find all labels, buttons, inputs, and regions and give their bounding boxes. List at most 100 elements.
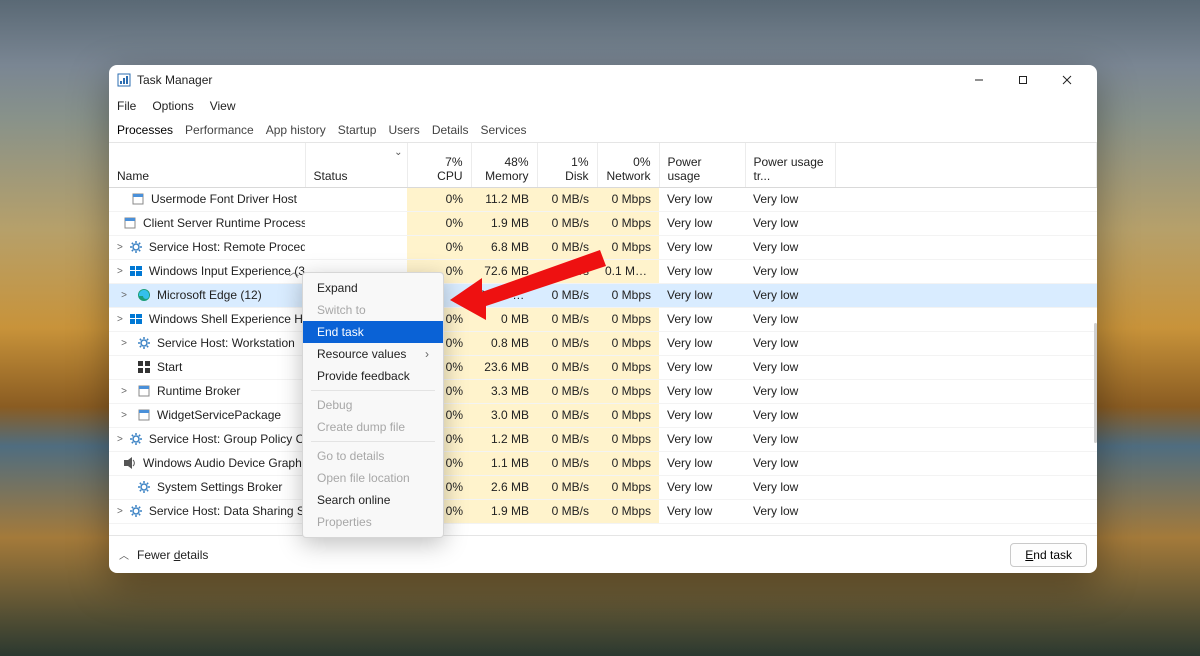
menu-view[interactable]: View <box>210 99 236 113</box>
cell-power-usage-trend: Very low <box>745 187 835 211</box>
process-row[interactable]: > Service Host: Data Sharing Service 0%1… <box>109 499 1097 523</box>
expand-toggle-icon[interactable]: > <box>117 338 131 349</box>
expand-toggle-icon[interactable]: > <box>117 386 131 397</box>
col-cpu[interactable]: 7%CPU <box>407 143 471 187</box>
cell-disk: 0 MB/s <box>537 283 597 307</box>
tabbar: Processes Performance App history Startu… <box>109 117 1097 143</box>
maximize-button[interactable] <box>1001 65 1045 95</box>
cell-memory: 1.9 MB <box>471 211 537 235</box>
cell-network: 0 Mbps <box>597 307 659 331</box>
cell-disk: 0 MB/s <box>537 235 597 259</box>
expand-toggle-icon[interactable]: > <box>117 506 123 517</box>
context-menu-item[interactable]: Expand <box>303 277 443 299</box>
footer: ︿ Fewer details End task <box>109 535 1097 573</box>
tab-app-history[interactable]: App history <box>266 123 326 137</box>
menu-options[interactable]: Options <box>152 99 193 113</box>
context-menu-label: Properties <box>317 515 372 529</box>
context-menu-label: Expand <box>317 281 358 295</box>
col-network[interactable]: 0%Network <box>597 143 659 187</box>
expand-toggle-icon[interactable]: > <box>117 290 131 301</box>
process-row[interactable]: > Runtime Broker 0%3.3 MB0 MB/s0 MbpsVer… <box>109 379 1097 403</box>
context-menu-item[interactable]: Resource values <box>303 343 443 365</box>
col-memory[interactable]: 48%Memory <box>471 143 537 187</box>
process-icon <box>131 192 145 206</box>
cell-power-usage-trend: Very low <box>745 235 835 259</box>
fewer-details-link[interactable]: Fewer details <box>137 548 208 562</box>
process-row[interactable]: > Service Host: Remote Procedure... 0%6.… <box>109 235 1097 259</box>
cell-status <box>305 211 407 235</box>
context-menu-item[interactable]: End task <box>303 321 443 343</box>
cell-memory: 1.2 MB <box>471 427 537 451</box>
cell-disk: 0 MB/s <box>537 211 597 235</box>
tab-processes[interactable]: Processes <box>117 123 173 137</box>
col-status[interactable]: ⌄Status <box>305 143 407 187</box>
process-row[interactable]: Start 0%23.6 MB0 MB/s0 MbpsVery lowVery … <box>109 355 1097 379</box>
expand-toggle-icon[interactable]: > <box>117 410 131 421</box>
cell-disk: 0 MB/s <box>537 499 597 523</box>
process-name: Service Host: Group Policy Client <box>149 432 305 446</box>
process-icon <box>137 288 151 302</box>
cell-memory: 1.1 MB <box>471 451 537 475</box>
chevron-down-icon[interactable]: ⌄ <box>394 147 402 158</box>
cell-memory: 3.0 MB <box>471 403 537 427</box>
process-row[interactable]: > WidgetServicePackage 0%3.0 MB0 MB/s0 M… <box>109 403 1097 427</box>
tab-services[interactable]: Services <box>481 123 527 137</box>
cell-power-usage-trend: Very low <box>745 427 835 451</box>
col-name[interactable]: Name <box>109 143 305 187</box>
end-task-button[interactable]: End task <box>1010 543 1087 567</box>
expand-toggle-icon[interactable]: > <box>117 434 123 445</box>
minimize-button[interactable] <box>957 65 1001 95</box>
tab-performance[interactable]: Performance <box>185 123 254 137</box>
process-row[interactable]: Client Server Runtime Process 0%1.9 MB0 … <box>109 211 1097 235</box>
col-power-usage-trend[interactable]: Power usage tr... <box>745 143 835 187</box>
col-power-usage[interactable]: Power usage <box>659 143 745 187</box>
process-icon <box>129 312 143 326</box>
chevron-up-icon[interactable]: ︿ <box>119 547 129 562</box>
cell-network: 0 Mbps <box>597 451 659 475</box>
process-row[interactable]: > Service Host: Workstation 0%0.8 MB0 MB… <box>109 331 1097 355</box>
process-row[interactable]: > Microsoft Edge (12) 324.9 MB0 MB/s0 Mb… <box>109 283 1097 307</box>
process-row[interactable]: Windows Audio Device Graph 0%1.1 MB0 MB/… <box>109 451 1097 475</box>
process-icon <box>137 384 151 398</box>
context-menu-label: Debug <box>317 398 352 412</box>
process-row[interactable]: > Windows Shell Experience Host 0%0 MB0 … <box>109 307 1097 331</box>
col-blank <box>835 143 1097 187</box>
process-name: Usermode Font Driver Host <box>151 192 297 206</box>
process-row[interactable]: Usermode Font Driver Host 0%11.2 MB0 MB/… <box>109 187 1097 211</box>
cell-power-usage: Very low <box>659 331 745 355</box>
cell-cpu: 0% <box>407 187 471 211</box>
scrollbar[interactable] <box>1094 323 1097 443</box>
process-row[interactable]: > Windows Input Experience (3) ︿0%72.6 M… <box>109 259 1097 283</box>
tab-startup[interactable]: Startup <box>338 123 377 137</box>
context-menu-item: Open file location <box>303 467 443 489</box>
tab-users[interactable]: Users <box>388 123 419 137</box>
cell-memory: 3.3 MB <box>471 379 537 403</box>
context-menu-item[interactable]: Search online <box>303 489 443 511</box>
col-disk[interactable]: 1%Disk <box>537 143 597 187</box>
process-icon <box>137 408 151 422</box>
cell-power-usage: Very low <box>659 475 745 499</box>
process-icon <box>123 456 137 470</box>
cell-network: 0 Mbps <box>597 283 659 307</box>
chevron-up-icon[interactable]: ︿ <box>289 264 299 279</box>
cell-network: 0 Mbps <box>597 235 659 259</box>
expand-toggle-icon[interactable]: > <box>117 242 123 253</box>
tab-details[interactable]: Details <box>432 123 469 137</box>
cell-power-usage: Very low <box>659 403 745 427</box>
menu-file[interactable]: File <box>117 99 136 113</box>
cell-power-usage: Very low <box>659 283 745 307</box>
process-row[interactable]: System Settings Broker 0%2.6 MB0 MB/s0 M… <box>109 475 1097 499</box>
context-menu-item: Go to details <box>303 445 443 467</box>
process-row[interactable]: > Service Host: Group Policy Client 0%1.… <box>109 427 1097 451</box>
expand-toggle-icon[interactable]: > <box>117 314 123 325</box>
cell-disk: 0 MB/s <box>537 307 597 331</box>
context-menu-item: Properties <box>303 511 443 533</box>
expand-toggle-icon[interactable]: > <box>117 266 123 277</box>
close-button[interactable] <box>1045 65 1089 95</box>
process-name: Runtime Broker <box>157 384 240 398</box>
cell-disk: 0 MB/s <box>537 403 597 427</box>
context-menu: ExpandSwitch toEnd taskResource valuesPr… <box>302 272 444 538</box>
cell-power-usage: Very low <box>659 211 745 235</box>
context-menu-item[interactable]: Provide feedback <box>303 365 443 387</box>
cell-disk: 0 MB/s <box>537 331 597 355</box>
